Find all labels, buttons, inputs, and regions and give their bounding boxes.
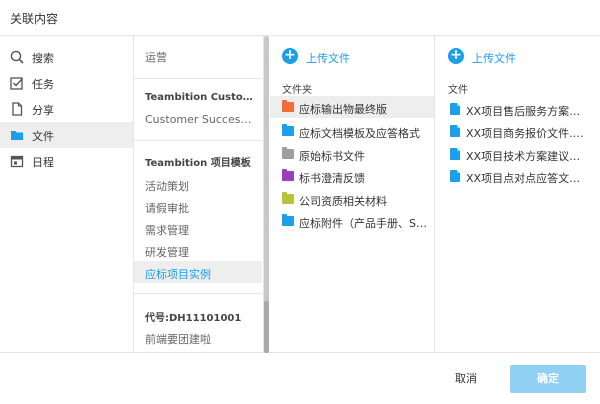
confirm-button[interactable]: 确定 [510,365,586,393]
document-icon [12,102,23,116]
folder-item[interactable]: 公司资质相关材料 [270,188,434,210]
project-item-label: 请假审批 [145,202,189,215]
folder-label: 公司资质相关材料 [299,195,387,208]
dialog-title: 关联内容 [10,12,59,26]
divider [134,78,262,79]
project-item[interactable]: 运营 [134,44,262,66]
project-item-label: 运营 [145,51,167,64]
link-content-dialog: 关联内容 搜索 任务 分享 文件 日程 运营 Teambition Custom… [0,0,600,404]
folder-label: 应标文档模板及应答格式 [299,127,420,140]
folder-item[interactable]: 原始标书文件 [270,143,434,165]
folder-icon [282,169,294,181]
plus-icon: + [282,48,298,64]
divider [134,293,262,294]
calendar-icon [10,155,24,168]
doc-file-icon [450,148,460,160]
file-item[interactable]: XX项目售后服务方案建议书.docx [436,98,600,120]
plus-icon: + [448,48,464,64]
nav-item-label: 分享 [32,104,54,117]
upload-label: 上传文件 [472,52,516,65]
nav-item-label: 任务 [32,78,54,91]
file-label: XX项目商务报价文件.docx [466,127,590,140]
folder-list: + 上传文件 文件夹 应标输出物最终版 应标文档模板及应答格式 原始标书文件 标… [270,36,435,353]
folder-item[interactable]: 应标文档模板及应答格式 [270,120,434,142]
scrollbar-thumb[interactable] [264,301,269,353]
cancel-button[interactable]: 取消 [438,365,494,393]
file-item[interactable]: XX项目商务报价文件.docx [436,120,600,142]
checkbox-icon [10,77,24,90]
folder-icon [282,147,294,159]
upload-file-button[interactable]: + 上传文件 [448,48,558,66]
upload-file-button[interactable]: + 上传文件 [282,48,392,66]
divider [134,140,262,141]
project-item-label: 研发管理 [145,246,189,259]
doc-file-icon [450,103,460,115]
nav-item-label: 日程 [32,156,54,169]
folder-icon [282,124,294,136]
project-group-header: Teambition 项目模板 [145,158,251,169]
file-label: XX项目点对点应答文件.docx [466,172,590,185]
dialog-body: 搜索 任务 分享 文件 日程 运营 Teambition Custom Cust… [0,36,600,353]
folder-icon [282,192,294,204]
file-item[interactable]: XX项目点对点应答文件.docx [436,165,600,187]
nav-item-files[interactable]: 文件 [0,122,133,148]
project-item[interactable]: 请假审批 [134,195,262,217]
project-item[interactable]: 活动策划 [134,173,262,195]
project-item[interactable]: 前端要团建啦 [134,326,262,348]
folder-icon [11,131,23,140]
file-label: XX项目技术方案建议书.docx [466,150,590,163]
nav-item-label: 搜索 [32,52,54,65]
file-item[interactable]: XX项目技术方案建议书.docx [436,143,600,165]
file-list: + 上传文件 文件 XX项目售后服务方案建议书.docx XX项目商务报价文件.… [436,36,600,353]
project-item-label: 应标项目实例 [145,268,211,281]
folder-icon [282,214,294,226]
folder-item[interactable]: 标书澄清反馈 [270,165,434,187]
folder-label: 应标附件（产品手册、SLA） [299,217,429,230]
dialog-footer: 取消 确定 [0,353,600,404]
project-group-header: 代号:DH11101001 [145,313,242,324]
file-section-label: 文件 [448,85,468,96]
folder-label: 应标输出物最终版 [299,103,387,116]
project-item-label: 前端要团建啦 [145,333,211,346]
project-item-label: 需求管理 [145,224,189,237]
nav-item-tasks[interactable]: 任务 [0,70,133,96]
doc-file-icon [450,125,460,137]
folder-section-label: 文件夹 [282,85,312,96]
project-item-label: 活动策划 [145,180,189,193]
folder-item[interactable]: 应标附件（产品手册、SLA） [270,210,434,232]
upload-label: 上传文件 [306,52,350,65]
folder-label: 原始标书文件 [299,150,365,163]
project-item[interactable]: 需求管理 [134,217,262,239]
folder-item-selected[interactable]: 应标输出物最终版 [270,96,434,118]
nav-item-search[interactable]: 搜索 [0,44,133,70]
folder-label: 标书澄清反馈 [299,172,365,185]
nav-item-calendar[interactable]: 日程 [0,148,133,174]
dialog-header: 关联内容 [0,0,600,36]
project-list: 运营 Teambition Customer Success Customer … [134,36,264,353]
project-item-selected[interactable]: 应标项目实例 [134,261,262,283]
nav-sidebar: 搜索 任务 分享 文件 日程 [0,36,134,353]
search-icon [10,50,24,64]
project-group-header: Teambition Customer Success [145,92,257,103]
folder-icon [282,100,294,112]
file-label: XX项目售后服务方案建议书.docx [466,105,590,118]
project-item[interactable]: 研发管理 [134,239,262,261]
doc-file-icon [450,170,460,182]
nav-item-label: 文件 [32,130,54,143]
project-item[interactable]: Customer Success Projects [134,108,262,130]
project-item-label: Customer Success Projects [145,113,257,126]
nav-item-share[interactable]: 分享 [0,96,133,122]
